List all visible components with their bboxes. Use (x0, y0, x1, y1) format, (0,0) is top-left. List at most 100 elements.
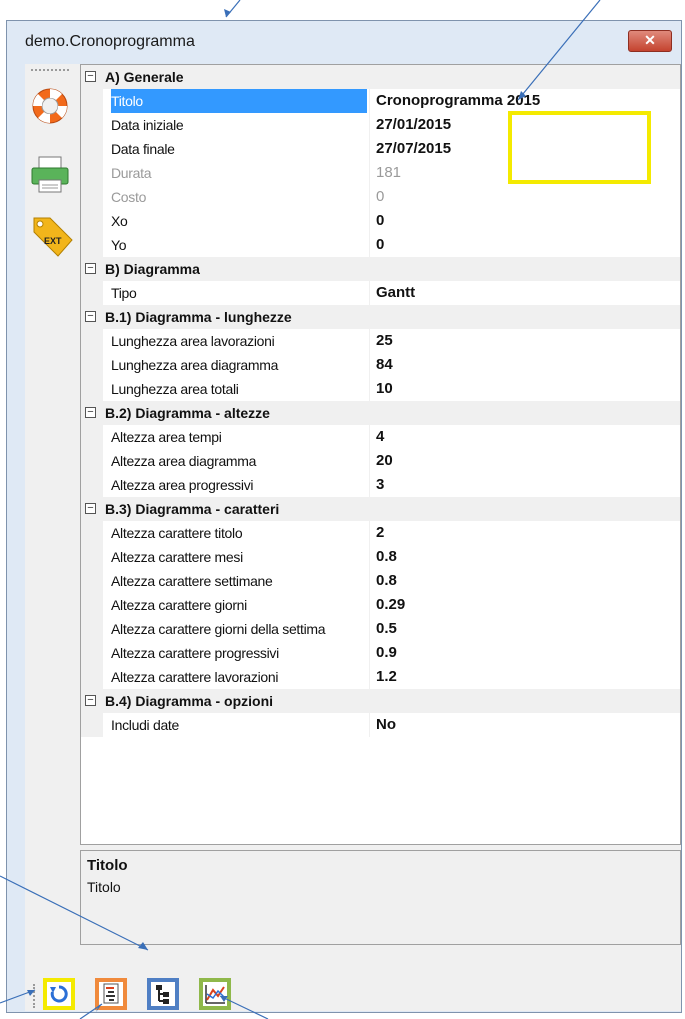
bottom-toolbar-grip[interactable] (33, 984, 39, 1008)
property-name[interactable]: Altezza carattere giorni della settima (111, 617, 367, 641)
property-name[interactable]: Xo (111, 209, 367, 233)
property-row[interactable]: Altezza carattere mesi 0.8 (81, 545, 680, 569)
collapse-toggle-icon[interactable]: − (85, 695, 96, 706)
property-name[interactable]: Data iniziale (111, 113, 367, 137)
column-separator[interactable] (369, 665, 370, 689)
property-name[interactable]: Altezza carattere titolo (111, 521, 367, 545)
property-row[interactable]: Altezza area tempi 4 (81, 425, 680, 449)
property-name[interactable]: Lunghezza area totali (111, 377, 367, 401)
property-value[interactable]: Gantt (376, 281, 415, 305)
property-value[interactable]: No (376, 713, 396, 737)
collapse-toggle-icon[interactable]: − (85, 503, 96, 514)
column-separator[interactable] (369, 449, 370, 473)
property-value[interactable]: 10 (376, 377, 393, 401)
refresh-button[interactable] (43, 978, 75, 1010)
property-name[interactable]: Durata (111, 161, 367, 185)
column-separator[interactable] (369, 329, 370, 353)
property-row[interactable]: Yo 0 (81, 233, 680, 257)
property-name[interactable]: Altezza carattere settimane (111, 569, 367, 593)
property-row[interactable]: Titolo Cronoprogramma 2015 (81, 89, 680, 113)
property-row[interactable]: Lunghezza area lavorazioni 25 (81, 329, 680, 353)
column-separator[interactable] (369, 713, 370, 737)
property-value[interactable]: 0.8 (376, 545, 397, 569)
column-separator[interactable] (369, 473, 370, 497)
collapse-toggle-icon[interactable]: − (85, 311, 96, 322)
property-name[interactable]: Altezza area diagramma (111, 449, 367, 473)
property-value[interactable]: 84 (376, 353, 393, 377)
toolbar-grip[interactable] (31, 69, 69, 75)
property-name[interactable]: Costo (111, 185, 367, 209)
property-value[interactable]: Cronoprogramma 2015 (376, 89, 540, 113)
property-value[interactable]: 0.9 (376, 641, 397, 665)
column-separator[interactable] (369, 593, 370, 617)
property-row[interactable]: Altezza carattere titolo 2 (81, 521, 680, 545)
column-separator[interactable] (369, 209, 370, 233)
collapse-toggle-icon[interactable]: − (85, 263, 96, 274)
property-row[interactable]: Altezza carattere progressivi 0.9 (81, 641, 680, 665)
property-value[interactable]: 27/01/2015 (376, 113, 451, 137)
property-row[interactable]: Tipo Gantt (81, 281, 680, 305)
property-value[interactable]: 0 (376, 233, 384, 257)
property-name[interactable]: Tipo (111, 281, 367, 305)
property-name[interactable]: Includi date (111, 713, 367, 737)
property-row[interactable]: Costo 0 (81, 185, 680, 209)
close-button[interactable]: ✕ (628, 30, 672, 52)
property-row[interactable]: Includi date No (81, 713, 680, 737)
property-name[interactable]: Data finale (111, 137, 367, 161)
property-name[interactable]: Altezza carattere lavorazioni (111, 665, 367, 689)
property-value[interactable]: 20 (376, 449, 393, 473)
ext-button[interactable]: EXT (28, 212, 73, 257)
property-value[interactable]: 0 (376, 209, 384, 233)
category-row[interactable]: − B.2) Diagramma - altezze (81, 401, 680, 425)
property-row[interactable]: Altezza area diagramma 20 (81, 449, 680, 473)
property-name[interactable]: Altezza area progressivi (111, 473, 367, 497)
property-name[interactable]: Altezza carattere progressivi (111, 641, 367, 665)
property-value[interactable]: 2 (376, 521, 384, 545)
column-separator[interactable] (369, 113, 370, 137)
column-separator[interactable] (369, 89, 370, 113)
property-value[interactable]: 1.2 (376, 665, 397, 689)
category-row[interactable]: − A) Generale (81, 65, 680, 89)
column-separator[interactable] (369, 617, 370, 641)
title-bar[interactable]: demo.Cronoprogramma ✕ (7, 21, 681, 61)
property-name[interactable]: Lunghezza area lavorazioni (111, 329, 367, 353)
property-row[interactable]: Altezza carattere giorni della settima 0.… (81, 617, 680, 641)
print-button[interactable] (28, 152, 72, 196)
category-row[interactable]: − B.3) Diagramma - caratteri (81, 497, 680, 521)
help-button[interactable] (28, 84, 72, 128)
column-separator[interactable] (369, 353, 370, 377)
property-value[interactable]: 0 (376, 185, 384, 209)
column-separator[interactable] (369, 425, 370, 449)
column-separator[interactable] (369, 281, 370, 305)
property-row[interactable]: Altezza area progressivi 3 (81, 473, 680, 497)
property-row[interactable]: Altezza carattere settimane 0.8 (81, 569, 680, 593)
column-separator[interactable] (369, 233, 370, 257)
property-value[interactable]: 181 (376, 161, 401, 185)
collapse-toggle-icon[interactable]: − (85, 71, 96, 82)
property-value[interactable]: 3 (376, 473, 384, 497)
property-row[interactable]: Altezza carattere giorni 0.29 (81, 593, 680, 617)
column-separator[interactable] (369, 137, 370, 161)
property-row[interactable]: Lunghezza area diagramma 84 (81, 353, 680, 377)
category-row[interactable]: − B) Diagramma (81, 257, 680, 281)
property-name[interactable]: Yo (111, 233, 367, 257)
collapse-toggle-icon[interactable]: − (85, 407, 96, 418)
property-value[interactable]: 0.8 (376, 569, 397, 593)
property-name[interactable]: Altezza area tempi (111, 425, 367, 449)
property-name[interactable]: Titolo (111, 89, 367, 113)
column-separator[interactable] (369, 641, 370, 665)
property-row[interactable]: Altezza carattere lavorazioni 1.2 (81, 665, 680, 689)
category-row[interactable]: − B.4) Diagramma - opzioni (81, 689, 680, 713)
column-separator[interactable] (369, 161, 370, 185)
category-row[interactable]: − B.1) Diagramma - lunghezze (81, 305, 680, 329)
property-value[interactable]: 0.29 (376, 593, 405, 617)
column-separator[interactable] (369, 545, 370, 569)
chart-graph-button[interactable] (199, 978, 231, 1010)
gantt-report-button[interactable] (95, 978, 127, 1010)
column-separator[interactable] (369, 377, 370, 401)
column-separator[interactable] (369, 521, 370, 545)
column-separator[interactable] (369, 569, 370, 593)
property-name[interactable]: Lunghezza area diagramma (111, 353, 367, 377)
property-value[interactable]: 27/07/2015 (376, 137, 451, 161)
property-value[interactable]: 25 (376, 329, 393, 353)
